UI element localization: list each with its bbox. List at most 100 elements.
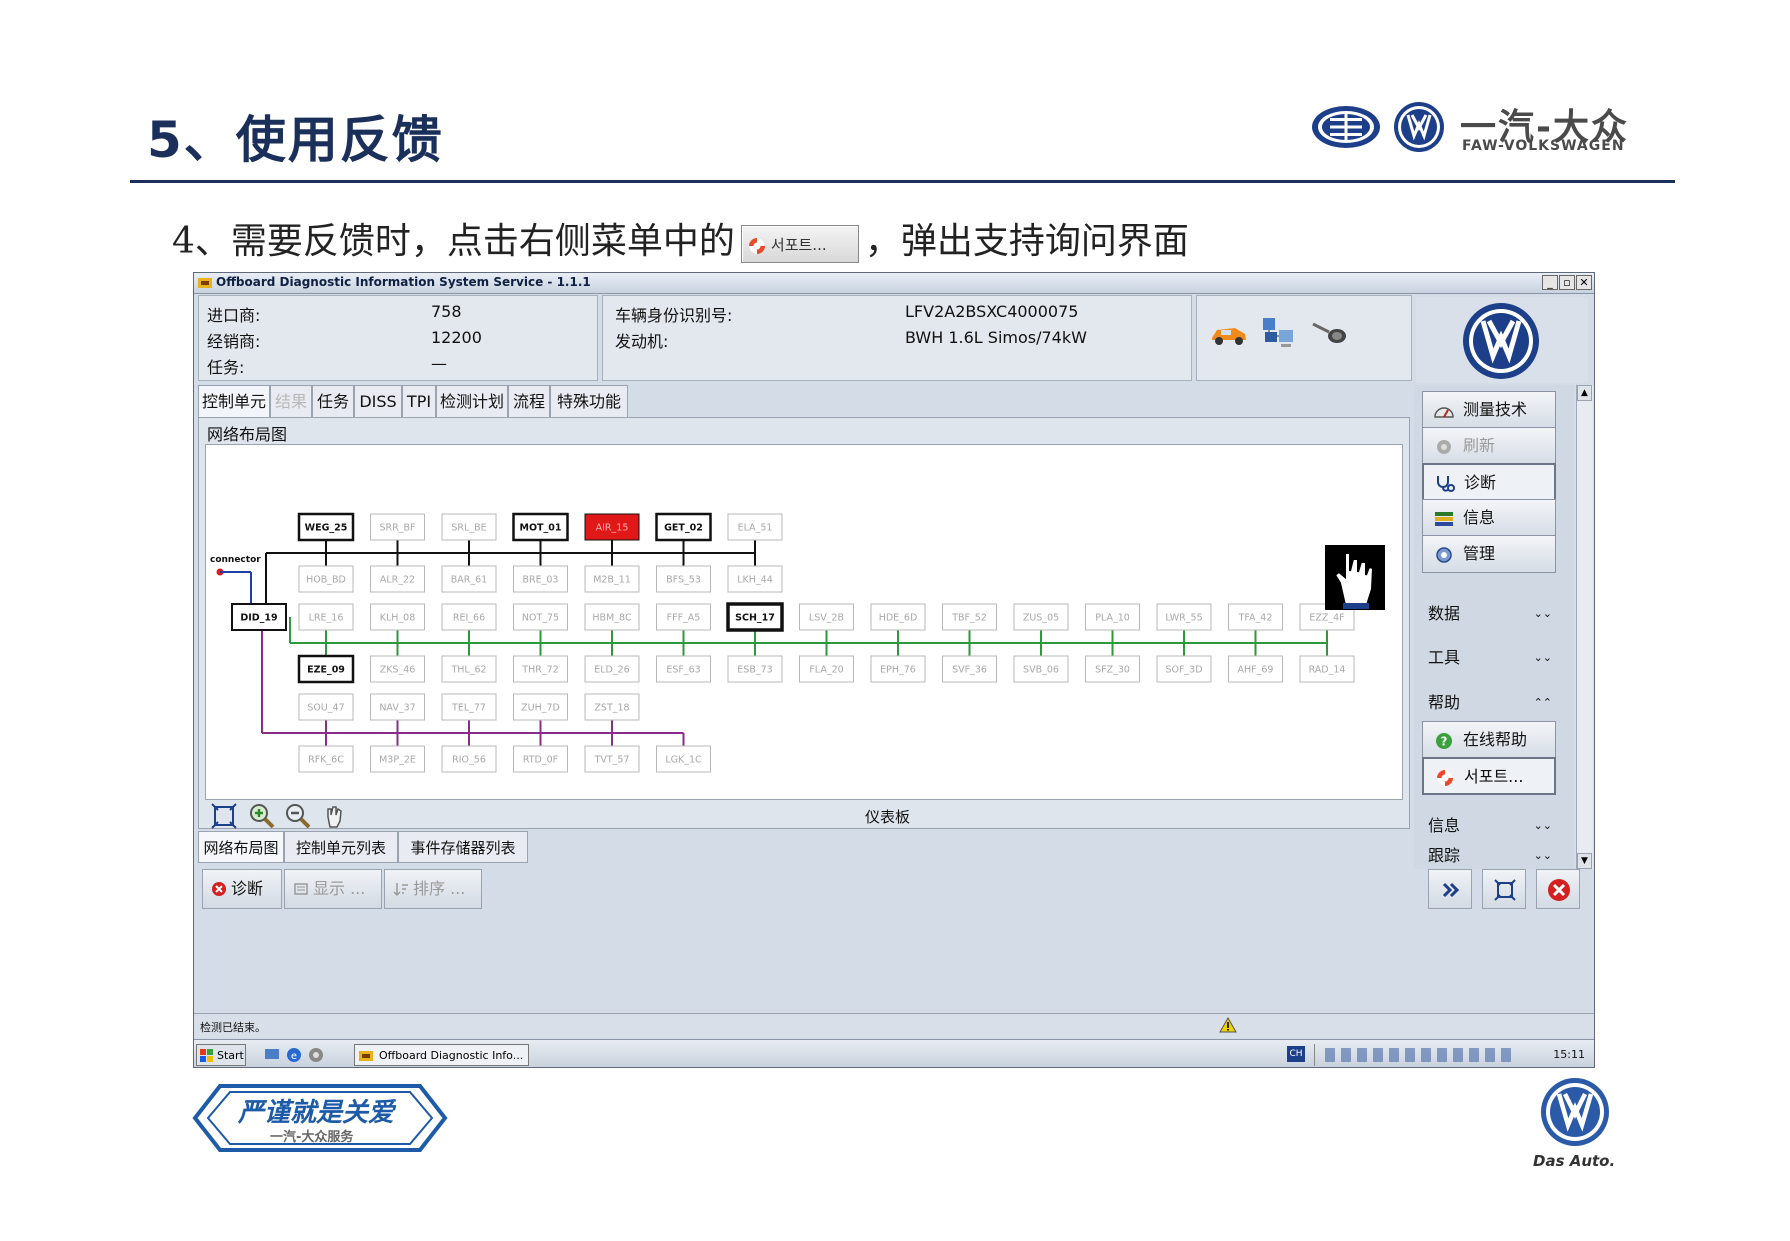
odis-task-icon (359, 1051, 373, 1061)
tab-diss[interactable]: DISS (354, 385, 402, 417)
taskbar-odis-item[interactable]: Offboard Diagnostic Info... (354, 1044, 529, 1066)
control-unit-label: ZST_18 (594, 703, 629, 714)
start-label: Start (217, 1049, 244, 1062)
refresh-button[interactable]: 刷新 (1422, 427, 1556, 465)
display-button[interactable]: 显示 ... (284, 869, 382, 909)
tray-icons[interactable] (1325, 1048, 1515, 1062)
control-unit-label: EZZ_4F (1309, 613, 1344, 624)
fullscreen-button[interactable] (1482, 869, 1526, 909)
subtab-event-memory-list[interactable]: 事件存储器列表 (398, 831, 528, 863)
panel-title: 网络布局图 (207, 425, 288, 444)
control-unit-label: SCH_17 (735, 613, 775, 624)
odis-window: Offboard Diagnostic Information System S… (193, 272, 1595, 1068)
quicklaunch-media-icon[interactable] (308, 1047, 324, 1063)
odis-app-icon (198, 278, 212, 288)
stop-icon (212, 882, 226, 896)
measurement-tech-button[interactable]: 测量技术 (1422, 391, 1556, 429)
tab-process[interactable]: 流程 (508, 385, 550, 417)
information-button[interactable]: 信息 (1422, 499, 1556, 537)
control-unit-label: SVF_36 (952, 665, 987, 676)
section-trace[interactable]: 跟踪 ⌄⌄ (1418, 843, 1560, 869)
control-unit-label: TVT_57 (594, 755, 630, 766)
instruction-before: 4、需要反馈时，点击右侧菜单中的 (172, 221, 735, 262)
control-unit-label: AHF_69 (1238, 665, 1274, 676)
control-unit-label: PLA_10 (1095, 613, 1130, 624)
close-window-button[interactable]: ✕ (1576, 275, 1592, 290)
zoom-in-icon[interactable] (249, 803, 275, 829)
section-help[interactable]: 帮助 ⌃⌃ (1418, 690, 1560, 716)
section-info-label: 信息 (1428, 816, 1461, 835)
window-titlebar[interactable]: Offboard Diagnostic Information System S… (194, 273, 1594, 294)
section-trace-label: 跟踪 (1428, 846, 1461, 865)
tab-test-plan[interactable]: 检测计划 (436, 385, 508, 417)
online-help-button[interactable]: ? 在线帮助 (1422, 721, 1556, 759)
control-unit-label: THR_72 (521, 665, 558, 676)
tab-control-units[interactable]: 控制单元 (198, 385, 270, 417)
forward-button[interactable] (1428, 869, 1472, 909)
network-canvas[interactable]: connector WEG_25 SRR_BF SRL_BE MOT_01 AIR_15 G… (205, 444, 1403, 800)
double-chevron-right-icon (1442, 882, 1460, 898)
service-slogan-logo: 严谨就是关爱 一汽-大众服务 (190, 1080, 450, 1155)
tab-results[interactable]: 结果 (270, 385, 312, 417)
pan-hand-icon[interactable] (321, 803, 347, 829)
zoom-out-icon[interactable] (285, 803, 311, 829)
restore-button[interactable]: ▫ (1559, 275, 1575, 290)
exit-close-icon (1548, 879, 1570, 901)
right-menu: 测量技术 刷新 诊断 信息 管理 数据 ⌄⌄ 工具 ⌄⌄ 帮助 ⌃⌃ ? 在线帮助 서… (1414, 385, 1574, 869)
language-indicator[interactable]: CH (1287, 1046, 1305, 1062)
online-help-label: 在线帮助 (1463, 730, 1528, 749)
selected-unit-label: 仪表板 (865, 808, 911, 826)
start-button[interactable]: Start (196, 1044, 246, 1066)
gateway-label: DID_19 (240, 613, 277, 624)
control-unit-label: LKH_44 (737, 575, 773, 586)
section-tools[interactable]: 工具 ⌄⌄ (1418, 645, 1560, 671)
display-icon (294, 883, 308, 895)
control-unit-label: ESF_63 (666, 665, 700, 676)
chevron-down-icon: ⌄⌄ (1533, 607, 1552, 620)
brand-name-en: FAW-VOLKSWAGEN (1462, 138, 1625, 154)
diagnose-action-button[interactable]: 诊断 (202, 869, 282, 909)
das-auto-logo: Das Auto. (1525, 1070, 1625, 1175)
section-info[interactable]: 信息 ⌄⌄ (1418, 813, 1560, 839)
right-menu-scrollbar[interactable]: ▲ ▼ (1576, 385, 1593, 869)
sort-icon (393, 883, 408, 897)
control-unit-label: LGK_1C (665, 755, 702, 766)
support-button[interactable]: 서포트... (1422, 757, 1556, 795)
control-unit-label: SFZ_30 (1095, 665, 1130, 676)
system-tray: CH 15:11 (1287, 1044, 1591, 1066)
subtab-network-layout[interactable]: 网络布局图 (198, 831, 284, 863)
exit-button[interactable] (1536, 869, 1580, 909)
control-unit-label: SOU_47 (307, 703, 344, 714)
vw-large-logo-icon (1463, 303, 1539, 379)
chevron-down-icon: ⌄⌄ (1533, 651, 1552, 664)
scroll-down-arrow-icon[interactable]: ▼ (1577, 853, 1592, 869)
tab-tpi[interactable]: TPI (402, 385, 436, 417)
sort-button[interactable]: 排序 ... (384, 869, 482, 909)
tab-tasks[interactable]: 任务 (312, 385, 354, 417)
window-title: Offboard Diagnostic Information System S… (216, 275, 591, 289)
diagnose-action-label: 诊断 (231, 879, 264, 898)
minimize-button[interactable]: _ (1542, 275, 1558, 290)
section-data-label: 数据 (1428, 604, 1461, 623)
subtab-control-unit-list[interactable]: 控制单元列表 (284, 831, 398, 863)
quicklaunch-desktop-icon[interactable] (264, 1047, 280, 1063)
section-data[interactable]: 数据 ⌄⌄ (1418, 601, 1560, 627)
admin-button[interactable]: 管理 (1422, 535, 1556, 573)
measurement-tech-label: 测量技术 (1463, 400, 1528, 419)
section-help-label: 帮助 (1428, 693, 1461, 712)
importer-label: 进口商: (207, 306, 261, 325)
fit-window-icon (1494, 879, 1516, 901)
scroll-up-arrow-icon[interactable]: ▲ (1577, 385, 1592, 401)
vw-footer-logo-icon (1541, 1078, 1609, 1146)
control-unit-label: HOB_BD (306, 575, 346, 586)
nav-buttons (1428, 869, 1588, 911)
control-unit-label: TBF_52 (951, 613, 987, 624)
status-bar: 检测已结束。 (194, 1013, 1594, 1038)
quicklaunch-ie-icon[interactable]: e (286, 1047, 302, 1063)
fit-to-window-icon[interactable] (211, 803, 237, 829)
warning-icon[interactable] (1219, 1017, 1237, 1033)
control-unit-label: HDE_6D (879, 613, 918, 624)
network-computer-icon (1263, 318, 1293, 347)
diagnosis-button[interactable]: 诊断 (1422, 463, 1556, 501)
tab-special-functions[interactable]: 特殊功能 (550, 385, 628, 417)
